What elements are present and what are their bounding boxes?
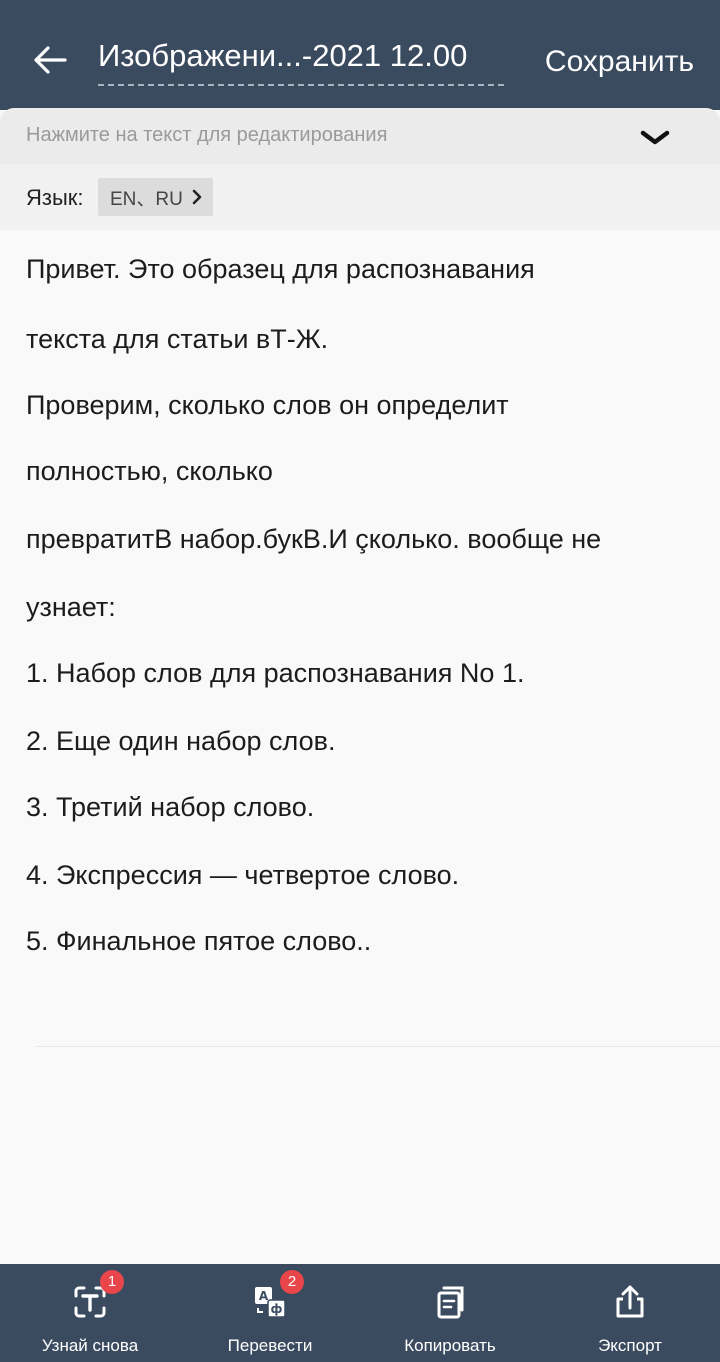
divider <box>36 1046 720 1047</box>
top-bar: Изображени...-2021 12.00 Сохранить <box>0 0 720 110</box>
export-icon <box>616 1285 644 1318</box>
text-line[interactable]: 1. Набор слов для распознавания No 1. <box>26 656 524 690</box>
copy-button[interactable]: Копировать <box>360 1264 540 1362</box>
edit-hint-bar[interactable]: Нажмите на текст для редактирования <box>0 108 720 164</box>
chevron-right-icon <box>192 189 202 205</box>
document-title[interactable]: Изображени...-2021 12.00 <box>98 34 504 86</box>
chevron-down-icon[interactable] <box>640 128 670 148</box>
recognize-again-button[interactable]: 1 Узнай снова <box>0 1264 180 1362</box>
text-line[interactable]: узнает: <box>26 590 116 624</box>
export-label: Экспорт <box>598 1336 662 1355</box>
text-line[interactable]: 3. Третий набор слово. <box>26 790 314 824</box>
svg-text:ф: ф <box>271 1302 283 1316</box>
edit-hint-text: Нажмите на текст для редактирования <box>26 124 388 146</box>
back-button[interactable] <box>26 36 74 84</box>
text-line[interactable]: Проверим, сколько слов он определит <box>26 388 509 422</box>
language-value: EN、RU <box>110 188 183 210</box>
translate-badge: 2 <box>280 1270 304 1294</box>
svg-text:A: A <box>259 1289 269 1303</box>
text-line[interactable]: 2. Еще один набор слов. <box>26 724 335 758</box>
text-line[interactable]: текста для статьи вТ-Ж. <box>26 322 328 356</box>
translate-button[interactable]: A ф 2 Перевести <box>180 1264 360 1362</box>
language-selector[interactable]: EN、RU <box>98 178 213 216</box>
language-bar: Язык: EN、RU <box>0 164 720 230</box>
text-line[interactable]: полностью, сколько <box>26 454 273 488</box>
text-line[interactable]: 5. Финальное пятое слово.. <box>26 924 371 958</box>
text-line[interactable]: превратитВ набор.букВ.И çколько. вообще … <box>26 522 601 556</box>
arrow-left-icon <box>34 46 67 74</box>
text-line[interactable]: Привет. Это образец для распознавания <box>26 252 535 286</box>
translate-label: Перевести <box>227 1336 313 1355</box>
copy-icon <box>437 1286 464 1319</box>
recognize-again-label: Узнай снова <box>41 1336 139 1355</box>
language-label: Язык: <box>26 185 84 210</box>
save-button[interactable]: Сохранить <box>545 40 694 84</box>
copy-label: Копировать <box>404 1336 496 1355</box>
bottom-action-bar: 1 Узнай снова A ф 2 Перевести Копировать <box>0 1264 720 1362</box>
text-line[interactable]: 4. Экспрессия — четвертое слово. <box>26 858 459 892</box>
recognize-badge: 1 <box>100 1270 124 1294</box>
export-button[interactable]: Экспорт <box>540 1264 720 1362</box>
recognized-text-area[interactable]: Привет. Это образец для распознавания те… <box>0 230 720 1264</box>
